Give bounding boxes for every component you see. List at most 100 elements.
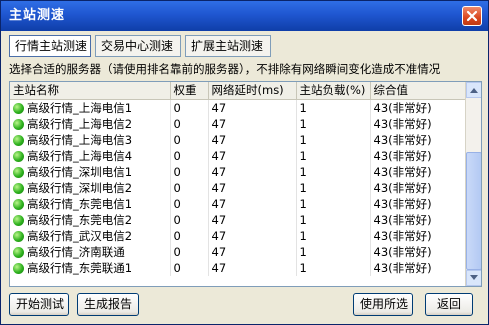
table-row[interactable]: 高级行情_上海电信3 0 47 1 43(非常好) [10,131,467,148]
cell-server-name: 高级行情_武汉电信2 [10,227,171,244]
cell-weight: 0 [170,99,209,116]
cell-weight: 0 [170,131,209,148]
start-test-button[interactable]: 开始测试 [9,293,69,316]
cell-latency: 47 [208,227,297,244]
cell-server-name: 高级行情_上海电信1 [10,99,171,116]
green-status-dot-icon [13,118,24,130]
cell-server-name: 高级行情_上海电信2 [10,115,171,132]
cell-score: 43(非常好) [370,163,467,180]
chevron-down-icon [470,275,478,280]
cell-score: 43(非常好) [370,227,467,244]
green-status-dot-icon [13,150,24,162]
server-name-label: 高级行情_深圳电信1 [27,164,133,179]
cell-load: 1 [296,99,371,116]
server-name-label: 高级行情_上海电信3 [27,132,133,147]
server-table: 主站名称 权重 网络延时(ms) 主站负载(%) 综合值 高级行情_上海电信1 0… [10,82,467,276]
column-header-load[interactable]: 主站负载(%) [296,82,371,100]
cell-server-name: 高级行情_深圳电信2 [10,179,171,196]
cell-weight: 0 [170,243,209,260]
cell-latency: 47 [208,259,297,276]
title-bar[interactable]: 主站测速 [1,1,488,31]
green-status-dot-icon [13,230,24,242]
table-row[interactable]: 高级行情_上海电信1 0 47 1 43(非常好) [10,99,467,116]
server-name-label: 高级行情_济南联通 [27,244,125,259]
server-name-label: 高级行情_上海电信2 [27,116,133,131]
table-row[interactable]: 高级行情_济南联通 0 47 1 43(非常好) [10,243,467,260]
cell-latency: 47 [208,147,297,164]
green-status-dot-icon [13,166,24,178]
cell-weight: 0 [170,195,209,212]
cell-load: 1 [296,131,371,148]
tab-extended-station-test[interactable]: 扩展主站测速 [185,35,271,57]
cell-server-name: 高级行情_东莞电信2 [10,211,171,228]
generate-report-button[interactable]: 生成报告 [77,293,139,316]
cell-load: 1 [296,195,371,212]
cell-score: 43(非常好) [370,259,467,276]
window-title: 主站测速 [9,8,66,23]
table-row[interactable]: 高级行情_东莞联通1 0 47 1 43(非常好) [10,259,467,276]
green-status-dot-icon [13,214,24,226]
close-button[interactable] [462,6,482,26]
cell-server-name: 高级行情_深圳电信1 [10,163,171,180]
table-row[interactable]: 高级行情_上海电信2 0 47 1 43(非常好) [10,115,467,132]
dialog-window: 主站测速 行情主站测速 交易中心测速 扩展主站测速 选择合适的服务器（请使用排名… [0,0,489,325]
column-header-name[interactable]: 主站名称 [10,82,171,100]
green-status-dot-icon [13,198,24,210]
tab-quote-station-test[interactable]: 行情主站测速 [9,35,91,57]
cell-server-name: 高级行情_济南联通 [10,243,171,260]
cell-latency: 47 [208,163,297,180]
scroll-down-button[interactable] [466,270,481,286]
cell-load: 1 [296,179,371,196]
server-name-label: 高级行情_上海电信4 [27,148,133,163]
server-list: 主站名称 权重 网络延时(ms) 主站负载(%) 综合值 高级行情_上海电信1 0… [9,81,482,287]
cell-load: 1 [296,259,371,276]
green-status-dot-icon [13,102,24,114]
scroll-up-button[interactable] [466,82,481,98]
cell-weight: 0 [170,163,209,180]
close-icon [466,10,478,22]
cell-latency: 47 [208,195,297,212]
use-selected-button[interactable]: 使用所选 [353,293,413,316]
table-row[interactable]: 高级行情_东莞电信1 0 47 1 43(非常好) [10,195,467,212]
scrollbar-thumb[interactable] [466,152,481,270]
column-header-latency[interactable]: 网络延时(ms) [208,82,297,100]
table-row[interactable]: 高级行情_深圳电信2 0 47 1 43(非常好) [10,179,467,196]
cell-latency: 47 [208,243,297,260]
cell-server-name: 高级行情_上海电信3 [10,131,171,148]
cell-score: 43(非常好) [370,99,467,116]
server-name-label: 高级行情_武汉电信2 [27,228,133,243]
cell-weight: 0 [170,147,209,164]
table-row[interactable]: 高级行情_东莞电信2 0 47 1 43(非常好) [10,211,467,228]
vertical-scrollbar[interactable] [465,82,481,286]
chevron-up-icon [470,88,478,93]
column-header-weight[interactable]: 权重 [170,82,209,100]
green-status-dot-icon [13,262,24,274]
cell-score: 43(非常好) [370,243,467,260]
cell-latency: 47 [208,179,297,196]
column-header-score[interactable]: 综合值 [370,82,467,100]
cell-load: 1 [296,243,371,260]
cell-load: 1 [296,227,371,244]
back-button[interactable]: 返回 [425,293,473,316]
green-status-dot-icon [13,134,24,146]
server-name-label: 高级行情_东莞电信2 [27,212,133,227]
table-row[interactable]: 高级行情_上海电信4 0 47 1 43(非常好) [10,147,467,164]
cell-score: 43(非常好) [370,211,467,228]
cell-server-name: 高级行情_东莞电信1 [10,195,171,212]
cell-weight: 0 [170,211,209,228]
cell-load: 1 [296,211,371,228]
server-name-label: 高级行情_上海电信1 [27,100,133,115]
tab-trade-center-test[interactable]: 交易中心测速 [95,35,181,57]
table-row[interactable]: 高级行情_武汉电信2 0 47 1 43(非常好) [10,227,467,244]
cell-weight: 0 [170,259,209,276]
server-name-label: 高级行情_深圳电信2 [27,180,133,195]
server-name-label: 高级行情_东莞联通1 [27,260,133,275]
cell-score: 43(非常好) [370,195,467,212]
cell-load: 1 [296,163,371,180]
table-header-row: 主站名称 权重 网络延时(ms) 主站负载(%) 综合值 [10,82,467,100]
table-row[interactable]: 高级行情_深圳电信1 0 47 1 43(非常好) [10,163,467,180]
cell-weight: 0 [170,115,209,132]
green-status-dot-icon [13,246,24,258]
cell-latency: 47 [208,115,297,132]
cell-latency: 47 [208,99,297,116]
